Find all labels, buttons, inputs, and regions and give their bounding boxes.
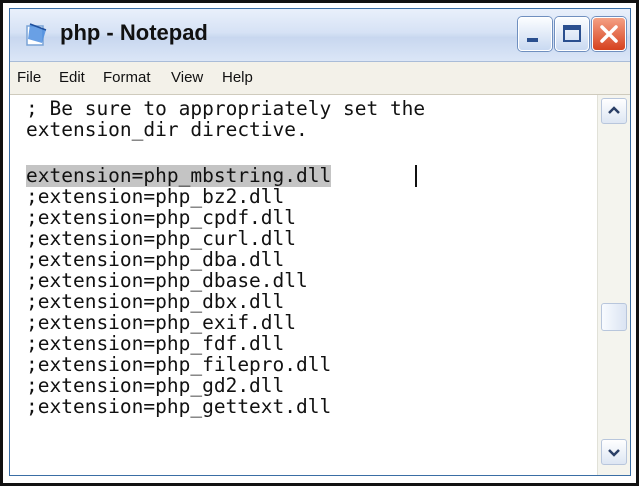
menu-bar: File Edit Format View Help — [10, 62, 630, 95]
editor-line: ;extension=php_gettext.dll — [26, 395, 332, 418]
editor-line: ;extension=php_bz2.dll — [26, 185, 285, 208]
scroll-up-button[interactable] — [601, 98, 627, 124]
editor-line: ;extension=php_exif.dll — [26, 311, 297, 334]
scrollbar-thumb[interactable] — [601, 303, 627, 331]
scroll-down-button[interactable] — [601, 439, 627, 465]
notepad-icon — [26, 23, 47, 46]
editor-line: extension_dir directive. — [26, 118, 308, 141]
editor-line: ;extension=php_dbase.dll — [26, 269, 308, 292]
menu-view[interactable]: View — [171, 69, 203, 86]
maximize-icon — [563, 25, 581, 42]
text-caret — [415, 165, 417, 187]
menu-format[interactable]: Format — [103, 69, 151, 86]
close-icon — [600, 25, 618, 43]
editor-line: ;extension=php_fdf.dll — [26, 332, 285, 355]
notepad-window: php - Notepad File Edit Format View Help… — [9, 8, 631, 476]
vertical-scrollbar[interactable] — [597, 95, 630, 475]
editor-line: ;extension=php_cpdf.dll — [26, 206, 297, 229]
chevron-up-icon — [608, 106, 620, 114]
editor-line-selected: extension=php_mbstring.dll — [26, 164, 332, 187]
minimize-button[interactable] — [518, 17, 552, 51]
editor-line: ;extension=php_dba.dll — [26, 248, 285, 271]
title-bar[interactable]: php - Notepad — [10, 9, 630, 62]
window-title: php - Notepad — [60, 20, 208, 45]
menu-edit[interactable]: Edit — [59, 69, 85, 86]
editor-line: ;extension=php_filepro.dll — [26, 353, 332, 376]
menu-help[interactable]: Help — [222, 69, 253, 86]
editor-line: ; Be sure to appropriately set the — [26, 97, 426, 120]
chevron-down-icon — [608, 449, 620, 457]
text-editor[interactable]: ; Be sure to appropriately set the exten… — [10, 95, 598, 475]
minimize-icon — [527, 38, 538, 42]
menu-file[interactable]: File — [17, 69, 41, 86]
editor-line: ;extension=php_curl.dll — [26, 227, 297, 250]
close-button[interactable] — [592, 17, 626, 51]
maximize-button[interactable] — [555, 17, 589, 51]
editor-line: ;extension=php_gd2.dll — [26, 374, 285, 397]
editor-line: ;extension=php_dbx.dll — [26, 290, 285, 313]
